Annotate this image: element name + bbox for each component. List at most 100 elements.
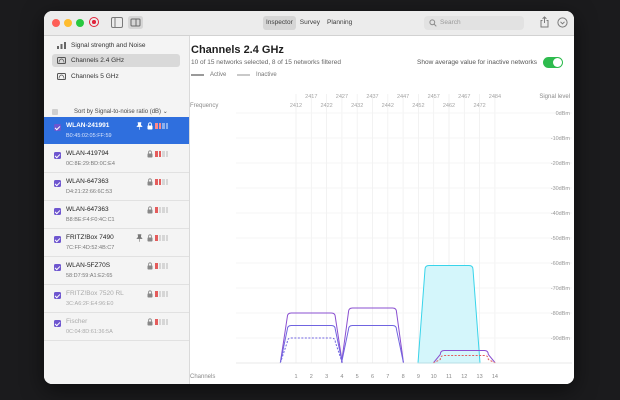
- tab-survey[interactable]: Survey: [297, 16, 323, 30]
- channel-tick-label: 9: [417, 374, 420, 380]
- record-icon[interactable]: [89, 17, 99, 27]
- search-icon: [429, 19, 437, 27]
- freq-tick-label: 2422: [320, 103, 332, 109]
- network-name: FRITZ!Box 7490: [66, 234, 114, 241]
- legend-active-label: Active: [210, 70, 226, 80]
- network-row[interactable]: WLAN-5FZ70S58:D7:59:A1:E2:65: [44, 257, 189, 285]
- inspector-panel-icon[interactable]: [128, 16, 143, 29]
- y-tick-label: -60dBm: [551, 261, 571, 267]
- lock-icon: [147, 262, 153, 270]
- freq-tick-label: 2442: [382, 103, 394, 109]
- search-field[interactable]: Search: [424, 16, 524, 30]
- y-tick-label: 0dBm: [556, 111, 571, 117]
- freq-tick-label: 2432: [351, 103, 363, 109]
- network-row[interactable]: WLAN-4197940C:8E:29:BD:0C:E4: [44, 145, 189, 173]
- sidebar: Signal strength and Noise Channels 2.4 G…: [44, 36, 190, 384]
- sidebar-item-signal-noise[interactable]: Signal strength and Noise: [52, 39, 180, 52]
- network-name: FRITZ!Box 7520 RL: [66, 290, 124, 297]
- sidebar-toggle-icon[interactable]: [111, 17, 123, 28]
- signal-axis-label: Signal level: [539, 94, 570, 100]
- channel-tick-label: 14: [492, 374, 498, 380]
- signal-meter: [155, 123, 168, 129]
- network-checkbox[interactable]: [54, 236, 61, 243]
- network-name: WLAN-5FZ70S: [66, 262, 110, 269]
- network-row[interactable]: Fischer 0C:04:8D:61:36:5A: [44, 313, 189, 341]
- channel-tick-label: 8: [402, 374, 405, 380]
- y-tick-label: -80dBm: [551, 311, 571, 317]
- view-tabs: Inspector Survey Planning: [263, 16, 355, 30]
- pin-icon[interactable]: [136, 234, 143, 242]
- freq-tick-label: 2437: [366, 94, 378, 100]
- network-row[interactable]: FRITZ!Box 7490 7C:FF:4D:52:4B:C7: [44, 229, 189, 257]
- minimize-window-button[interactable]: [64, 19, 72, 27]
- network-mac: 7C:FF:4D:52:4B:C7: [66, 245, 114, 251]
- y-tick-label: -40dBm: [551, 211, 571, 217]
- lock-icon: [147, 290, 153, 298]
- signal-meter: [155, 235, 168, 241]
- frequency-axis-label: Frequency: [190, 103, 218, 109]
- freq-tick-label: 2412: [290, 103, 302, 109]
- lock-icon: [147, 122, 153, 130]
- toggle-knob: [553, 58, 562, 67]
- signal-meter: [155, 151, 168, 157]
- freq-tick-label: 2462: [443, 103, 455, 109]
- sidebar-item-channels-24[interactable]: Channels 2.4 GHz: [52, 54, 180, 67]
- tab-planning[interactable]: Planning: [324, 16, 355, 30]
- network-name: Fischer: [66, 318, 87, 325]
- page-title: Channels 2.4 GHz: [191, 44, 284, 56]
- lock-icon: [147, 318, 153, 326]
- app-window: Inspector Survey Planning Search: [44, 11, 574, 384]
- sidebar-item-channels-5[interactable]: Channels 5 GHz: [52, 70, 180, 83]
- lock-icon: [147, 234, 153, 242]
- freq-tick-label: 2452: [412, 103, 424, 109]
- share-icon[interactable]: [540, 16, 549, 28]
- lock-icon: [147, 178, 153, 186]
- close-window-button[interactable]: [52, 19, 60, 27]
- channel-chart-icon: [57, 73, 66, 80]
- freq-tick-label: 2484: [489, 94, 501, 100]
- sort-icon: [52, 109, 58, 115]
- tab-inspector[interactable]: Inspector: [263, 16, 296, 30]
- zoom-window-button[interactable]: [76, 19, 84, 27]
- bar-chart-icon: [57, 42, 66, 49]
- channel-tick-label: 4: [340, 374, 343, 380]
- average-toggle[interactable]: [543, 57, 563, 68]
- signal-meter: [155, 179, 168, 185]
- average-toggle-label: Show average value for inactive networks: [417, 59, 537, 66]
- y-tick-label: -30dBm: [551, 186, 571, 192]
- channel-tick-label: 12: [461, 374, 467, 380]
- network-checkbox[interactable]: [54, 264, 61, 271]
- toolbar: Inspector Survey Planning Search: [44, 11, 574, 36]
- legend-inactive-label: Inactive: [256, 70, 277, 80]
- network-name: WLAN-647363: [66, 178, 109, 185]
- network-checkbox[interactable]: [54, 152, 61, 159]
- more-options-icon[interactable]: [557, 17, 568, 28]
- network-mac: 3C:A6:2F:E4:96:E0: [66, 301, 113, 307]
- search-placeholder: Search: [440, 16, 461, 30]
- network-checkbox[interactable]: [54, 180, 61, 187]
- sidebar-item-label: Channels 2.4 GHz: [71, 54, 124, 67]
- network-row[interactable]: FRITZ!Box 7520 RL 3C:A6:2F:E4:96:E0: [44, 285, 189, 313]
- pin-icon[interactable]: [136, 122, 143, 130]
- y-tick-label: -20dBm: [551, 161, 571, 167]
- network-mac: B0:45:02:05:FF:59: [66, 133, 112, 139]
- network-checkbox[interactable]: [54, 292, 61, 299]
- y-tick-label: -10dBm: [551, 136, 571, 142]
- network-mac: 0C:04:8D:61:36:5A: [66, 329, 113, 335]
- channel-tick-label: 13: [477, 374, 483, 380]
- network-row[interactable]: WLAN-647363 D4:21:22:66:6C:53: [44, 173, 189, 201]
- network-row[interactable]: WLAN-241991B0:45:02:05:FF:59: [44, 117, 189, 144]
- signal-meter: [155, 291, 168, 297]
- network-mac: 0C:8E:29:BD:0C:E4: [66, 161, 115, 167]
- network-name: WLAN-647363: [66, 206, 109, 213]
- lock-icon: [147, 206, 153, 214]
- network-checkbox[interactable]: [54, 320, 61, 327]
- network-row[interactable]: WLAN-647363 B8:BE:F4:F0:4C:C1: [44, 201, 189, 229]
- network-mac: D4:21:22:66:6C:53: [66, 189, 112, 195]
- network-checkbox[interactable]: [54, 124, 61, 131]
- signal-meter: [155, 263, 168, 269]
- network-checkbox[interactable]: [54, 208, 61, 215]
- freq-tick-label: 2447: [397, 94, 409, 100]
- legend-inactive-swatch: [237, 74, 250, 76]
- network-mac: B8:BE:F4:F0:4C:C1: [66, 217, 115, 223]
